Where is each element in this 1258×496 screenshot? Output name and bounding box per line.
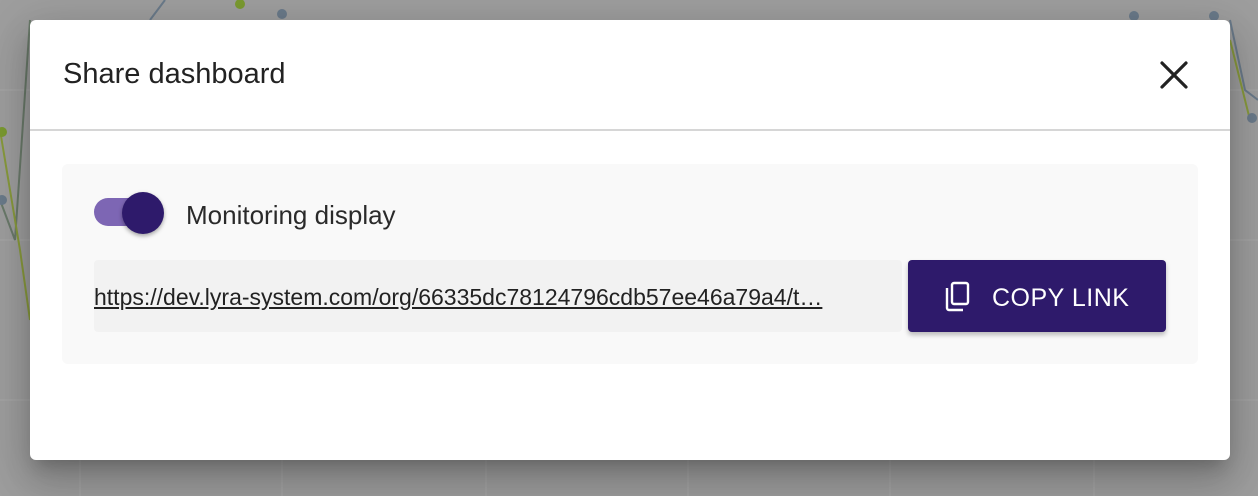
monitoring-display-label: Monitoring display [186, 200, 396, 230]
share-dialog: Share dashboard Monitoring display https… [30, 20, 1230, 460]
share-link[interactable]: https://dev.lyra-system.com/org/66335dc7… [94, 284, 868, 311]
copy-link-label: COPY LINK [992, 284, 1130, 312]
share-link-field[interactable]: https://dev.lyra-system.com/org/66335dc7… [94, 260, 902, 332]
copy-icon [945, 281, 970, 312]
monitoring-display-toggle[interactable] [94, 192, 166, 236]
dialog-title: Share dashboard [63, 58, 286, 90]
copy-link-button[interactable]: COPY LINK [908, 260, 1166, 332]
dialog-header: Share dashboard [30, 20, 1230, 131]
toggle-thumb [122, 192, 164, 234]
close-icon [1160, 61, 1188, 89]
share-panel: Monitoring display https://dev.lyra-syst… [62, 164, 1198, 364]
close-button[interactable] [1154, 55, 1194, 95]
